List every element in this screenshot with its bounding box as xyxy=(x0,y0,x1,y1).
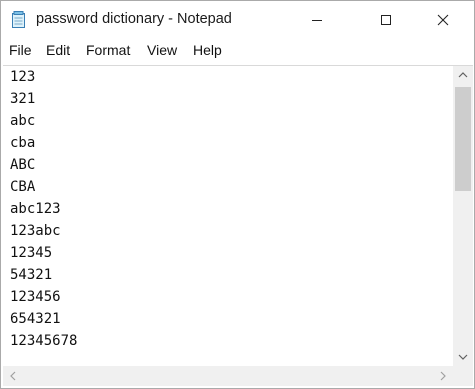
text-line[interactable]: 123456 xyxy=(10,286,61,308)
vertical-scroll-thumb[interactable] xyxy=(455,87,471,191)
text-line[interactable]: cba xyxy=(10,132,35,154)
minimize-icon xyxy=(312,20,322,21)
text-line[interactable]: 654321 xyxy=(10,308,61,330)
text-line[interactable]: 12345 xyxy=(10,242,52,264)
vertical-scrollbar[interactable] xyxy=(453,66,473,366)
notepad-icon[interactable] xyxy=(11,11,27,29)
chevron-right-icon xyxy=(440,371,446,381)
scrollbar-corner xyxy=(453,366,473,386)
scroll-left-button[interactable] xyxy=(3,367,23,385)
text-line[interactable]: ABC xyxy=(10,154,35,176)
chevron-down-icon xyxy=(458,354,468,360)
menu-format[interactable]: Format xyxy=(86,42,130,58)
window-title: password dictionary - Notepad xyxy=(36,11,232,27)
notepad-window: password dictionary - Notepad File Edit … xyxy=(0,0,475,389)
menu-view[interactable]: View xyxy=(147,42,177,58)
minimize-button[interactable] xyxy=(294,1,340,39)
chevron-up-icon xyxy=(458,72,468,78)
maximize-icon xyxy=(381,15,391,25)
text-line[interactable]: abc123 xyxy=(10,198,61,220)
chevron-left-icon xyxy=(10,371,16,381)
horizontal-scrollbar[interactable] xyxy=(3,366,453,386)
scroll-right-button[interactable] xyxy=(433,367,453,385)
text-line[interactable]: CBA xyxy=(10,176,35,198)
menu-help[interactable]: Help xyxy=(193,42,222,58)
menu-edit[interactable]: Edit xyxy=(46,42,70,58)
menu-file[interactable]: File xyxy=(9,42,32,58)
scroll-up-button[interactable] xyxy=(453,66,473,84)
title-bar[interactable]: password dictionary - Notepad xyxy=(1,1,474,39)
text-area[interactable]: 123 321 abc cba ABC CBA abc123 123abc 12… xyxy=(3,66,453,366)
text-line[interactable]: 54321 xyxy=(10,264,52,286)
maximize-button[interactable] xyxy=(363,1,409,39)
text-line[interactable]: 12345678 xyxy=(10,330,77,352)
menu-bar: File Edit Format View Help xyxy=(1,39,474,63)
text-line[interactable]: abc xyxy=(10,110,35,132)
text-line[interactable]: 321 xyxy=(10,88,35,110)
editor: 123 321 abc cba ABC CBA abc123 123abc 12… xyxy=(3,65,473,388)
scroll-down-button[interactable] xyxy=(453,348,473,366)
close-button[interactable] xyxy=(420,1,466,39)
text-line[interactable]: 123abc xyxy=(10,220,61,242)
text-line[interactable]: 123 xyxy=(10,66,35,88)
close-icon xyxy=(437,14,449,26)
